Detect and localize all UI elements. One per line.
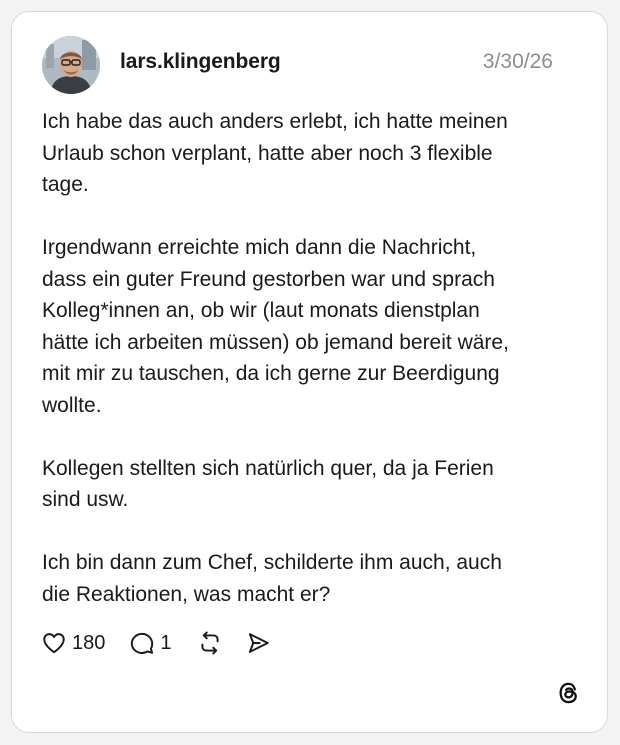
reply-count: 1 xyxy=(160,631,172,654)
post-date: 3/30/26 xyxy=(482,50,553,73)
post-card: lars.klingenberg 3/30/26 Ich habe das au… xyxy=(11,11,608,733)
post-paragraph: Irgendwann erreichte mich dann die Nachr… xyxy=(42,236,509,417)
like-button[interactable]: 180 xyxy=(41,630,105,656)
share-button[interactable] xyxy=(245,630,271,656)
speech-bubble-icon xyxy=(131,632,154,654)
post-paragraph: Ich habe das auch anders erlebt, ich hat… xyxy=(42,110,508,196)
repost-arrows-icon xyxy=(200,631,219,655)
like-count: 180 xyxy=(72,631,106,654)
repost-button[interactable] xyxy=(197,630,223,656)
threads-logo-icon xyxy=(556,680,582,706)
username[interactable]: lars.klingenberg xyxy=(120,50,281,74)
post-paragraph: Ich bin dann zum Chef, schilderte ihm au… xyxy=(42,551,502,606)
avatar[interactable] xyxy=(42,36,100,94)
heart-outline-icon xyxy=(43,633,65,654)
post-text: Ich habe das auch anders erlebt, ich hat… xyxy=(42,106,582,610)
reply-button[interactable]: 1 xyxy=(129,630,172,656)
send-paper-plane-icon xyxy=(248,633,269,653)
post-actions: 180 1 xyxy=(41,629,271,657)
post-paragraph: Kollegen stellten sich natürlich quer, d… xyxy=(42,456,494,512)
avatar-photo xyxy=(42,36,100,94)
